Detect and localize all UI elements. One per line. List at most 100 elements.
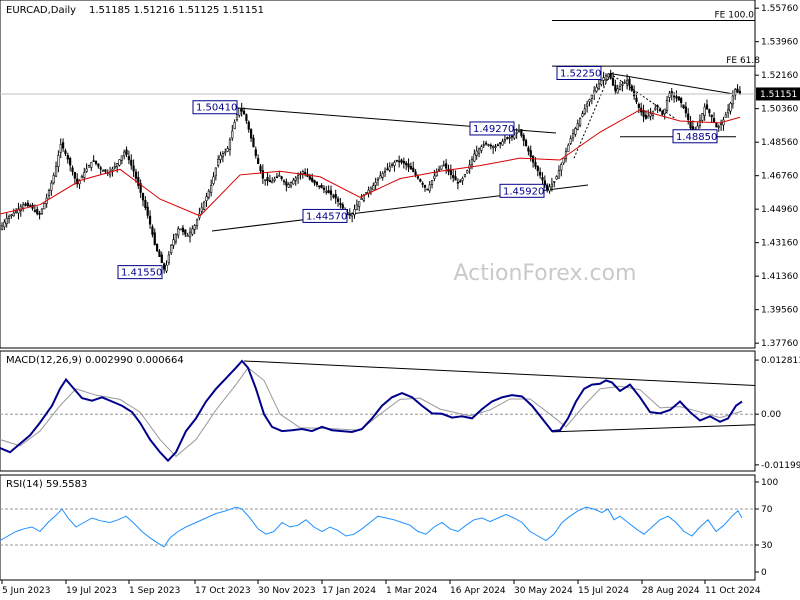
- candle-body: [172, 239, 175, 246]
- candle-body: [191, 228, 194, 235]
- candle-body: [492, 146, 495, 149]
- candle-body: [369, 187, 373, 193]
- candle-body: [43, 203, 46, 210]
- candle-body: [426, 188, 429, 191]
- candle-body: [85, 168, 88, 172]
- candle-body: [454, 176, 457, 181]
- fe-label: FE 61.8: [726, 56, 760, 66]
- candle-body: [393, 162, 396, 166]
- rsi-y-tick-label: 100: [761, 478, 778, 488]
- candle-body: [736, 88, 739, 93]
- candle-body: [130, 159, 133, 166]
- candle-body: [50, 182, 53, 191]
- candle-body: [226, 148, 229, 152]
- candle-body: [167, 254, 170, 263]
- candle-body: [212, 176, 215, 184]
- candle-body: [665, 100, 669, 111]
- candle-body: [616, 88, 619, 94]
- candle-body: [332, 195, 335, 198]
- candle-body: [294, 177, 297, 181]
- candle-body: [440, 165, 443, 170]
- candle-body: [663, 108, 666, 114]
- rsi-y-tick-label: 0: [761, 568, 767, 578]
- candle-body: [386, 168, 389, 171]
- price-label: 1.41550: [121, 268, 162, 279]
- x-tick-label: 5 Jun 2023: [2, 586, 50, 596]
- price-panel: EURCAD,Daily 1.51185 1.51216 1.51125 1.5…: [0, 0, 800, 349]
- candle-body: [625, 79, 629, 85]
- chart-ohlc: 1.51185 1.51216 1.51125 1.51151: [89, 5, 264, 16]
- price-y-tick-label: 1.52160: [761, 71, 798, 81]
- price-label: 1.48850: [676, 132, 717, 143]
- candle-body: [365, 192, 368, 194]
- x-tick-label: 17 Oct 2023: [195, 586, 251, 596]
- candle-body: [470, 159, 474, 166]
- candle-body: [506, 137, 509, 139]
- candle-body: [224, 151, 227, 154]
- x-tick-label: 19 Jul 2023: [66, 586, 117, 596]
- candle-body: [717, 125, 720, 128]
- candle-body: [621, 84, 624, 86]
- price-y-tick-label: 1.43160: [761, 239, 798, 249]
- candle-body: [217, 158, 220, 166]
- candle-body: [64, 150, 67, 154]
- candle-body: [348, 214, 351, 217]
- macd-y-tick-label: 0.00: [761, 410, 781, 420]
- candle-body: [69, 158, 72, 166]
- candle-body: [400, 159, 403, 163]
- candle-body: [374, 182, 377, 186]
- price-y-tick-label: 1.39560: [761, 306, 798, 316]
- candle-body: [473, 153, 476, 162]
- candle-body: [661, 110, 664, 115]
- price-y-tick-label: 1.41360: [761, 272, 798, 282]
- candle-body: [245, 114, 248, 121]
- candle-body: [379, 175, 382, 179]
- x-tick-label: 30 May 2024: [514, 586, 573, 596]
- price-label: 1.45920: [503, 186, 544, 197]
- watermark: ActionForex.com: [454, 261, 637, 286]
- candle-body: [322, 187, 326, 190]
- candle-body: [113, 166, 116, 169]
- candle-body: [160, 254, 163, 264]
- candle-body: [466, 170, 469, 174]
- candle-body: [611, 77, 615, 86]
- candle-body: [148, 215, 152, 225]
- candle-body: [383, 170, 387, 173]
- current-price-label: 1.51151: [756, 87, 800, 101]
- candle-body: [489, 144, 492, 147]
- candle-body: [205, 196, 208, 202]
- candle-body: [569, 138, 572, 144]
- candle-body: [581, 113, 584, 117]
- candle-body: [329, 190, 333, 195]
- candle-body: [292, 179, 295, 185]
- current-price-text: 1.51151: [760, 90, 797, 100]
- candle-body: [412, 167, 415, 172]
- candle-body: [151, 226, 154, 235]
- candle-body: [437, 168, 441, 171]
- candle-body: [163, 263, 166, 270]
- candle-body: [517, 129, 521, 132]
- candle-body: [715, 122, 718, 128]
- candle-body: [618, 86, 622, 90]
- candle-body: [463, 174, 467, 177]
- x-tick-label: 28 Aug 2024: [642, 586, 700, 596]
- candle-body: [341, 204, 344, 209]
- candle-body: [600, 80, 603, 85]
- candle-body: [104, 169, 107, 172]
- candle-body: [228, 139, 232, 150]
- candle-body: [586, 103, 589, 107]
- candle-body: [351, 213, 354, 217]
- candle-body: [250, 129, 253, 139]
- candle-body: [539, 171, 542, 176]
- candle-body: [33, 210, 36, 212]
- price-label: 1.44570: [306, 211, 347, 222]
- candle-body: [421, 182, 424, 185]
- candle-body: [719, 123, 723, 125]
- candle-body: [200, 207, 203, 212]
- candle-body: [57, 155, 60, 167]
- candle-body: [524, 140, 528, 147]
- candle-body: [484, 142, 488, 145]
- x-tick-label: 1 Mar 2024: [386, 586, 438, 596]
- candle-body: [536, 166, 539, 172]
- candle-body: [414, 171, 417, 176]
